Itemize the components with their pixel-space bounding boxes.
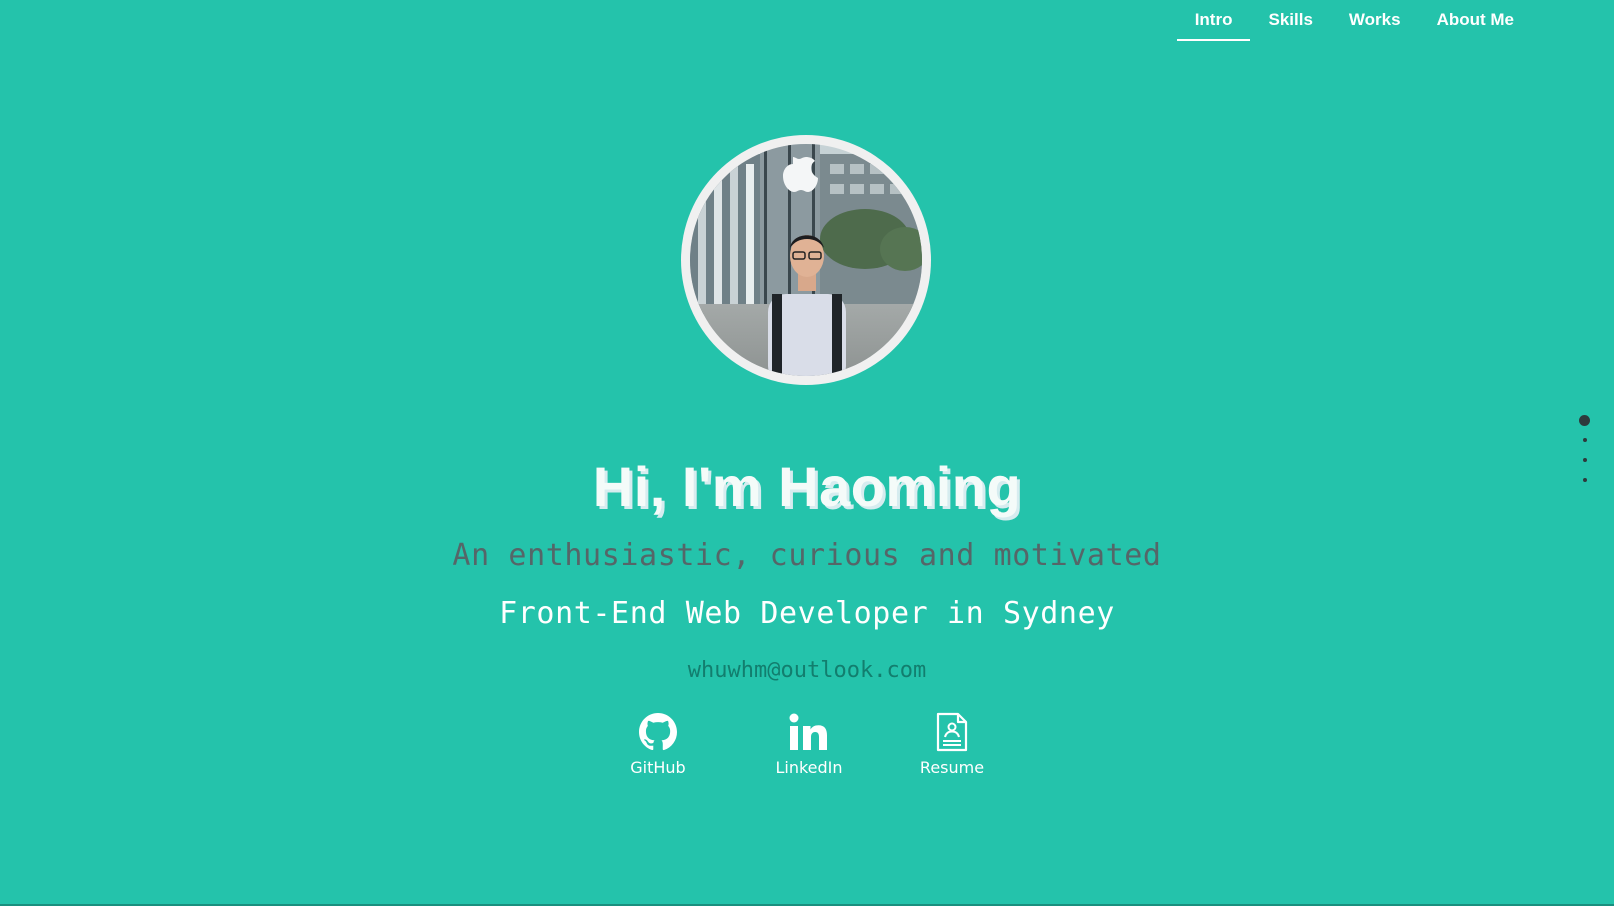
nav-about-me[interactable]: About Me	[1419, 0, 1532, 41]
github-link[interactable]: GitHub	[608, 712, 708, 777]
nav-intro[interactable]: Intro	[1176, 0, 1251, 41]
nav-skills[interactable]: Skills	[1250, 0, 1330, 41]
avatar	[690, 144, 922, 376]
linkedin-label: LinkedIn	[775, 758, 843, 777]
section-dot-intro[interactable]	[1579, 415, 1590, 426]
avatar-photo	[690, 144, 922, 376]
nav-works[interactable]: Works	[1331, 0, 1419, 41]
resume-label: Resume	[919, 758, 985, 777]
resume-link[interactable]: Resume	[902, 712, 1002, 777]
role-text: Front-End Web Developer in Sydney	[499, 596, 1115, 631]
page-title: Hi, I'm Haoming	[592, 455, 1022, 518]
tagline: An enthusiastic, curious and motivated	[452, 538, 1162, 573]
linkedin-link[interactable]: LinkedIn	[759, 712, 859, 777]
avatar-frame	[681, 135, 931, 385]
top-nav: Intro Skills Works About Me	[1176, 0, 1532, 44]
social-links: GitHub LinkedIn Resume	[0, 712, 1614, 782]
document-icon	[935, 712, 969, 752]
github-icon	[639, 712, 677, 752]
github-label: GitHub	[630, 758, 686, 777]
section-dot-skills[interactable]	[1582, 438, 1587, 442]
linkedin-icon	[788, 712, 830, 752]
email-link[interactable]: whuwhm@outlook.com	[0, 656, 1614, 686]
